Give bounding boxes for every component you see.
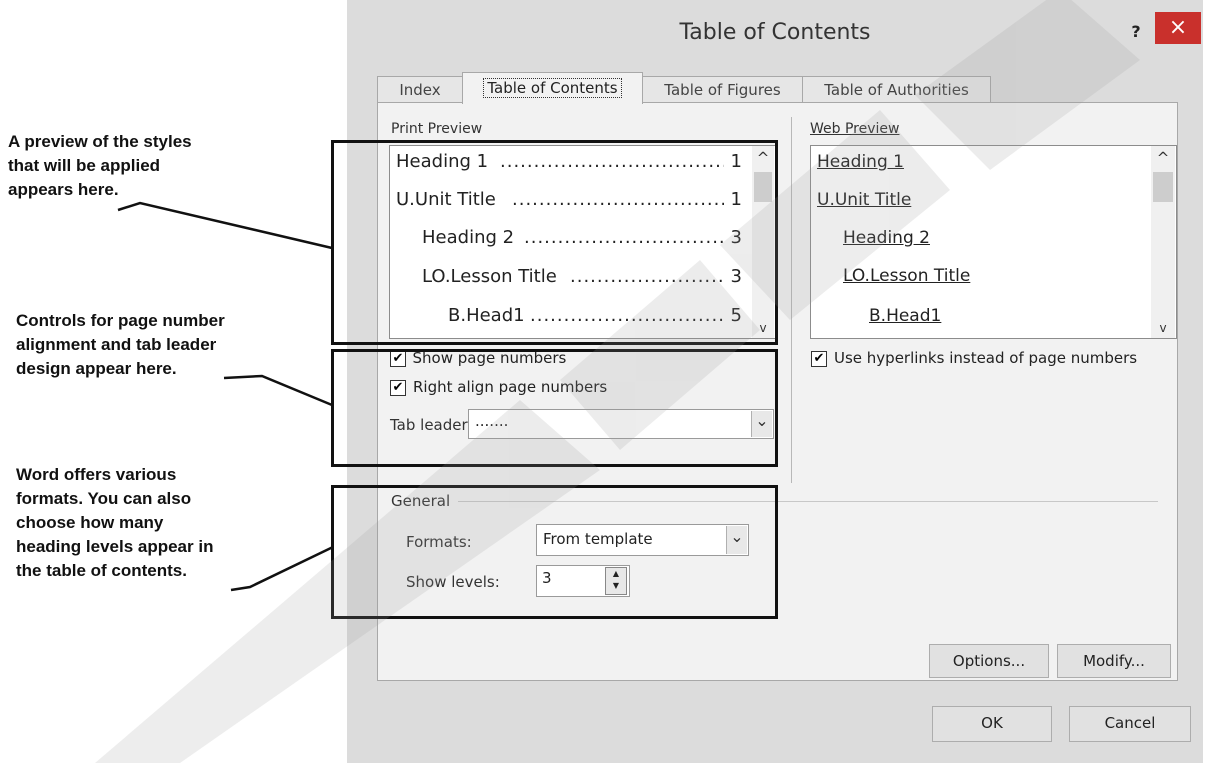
column-separator [791,117,792,483]
web-preview-link[interactable]: Heading 1 [817,150,904,174]
callout-formats-text: Word offers various formats. You can als… [16,465,214,580]
tab-table-of-figures[interactable]: Table of Figures [642,76,803,103]
callout-preview-text: A preview of the styles that will be app… [8,132,192,199]
scroll-down-arrow[interactable]: v [1151,318,1175,338]
web-preview-box: Heading 1 U.Unit Title Heading 2 LO.Less… [810,145,1177,339]
web-preview-label: Web Preview [810,121,900,137]
tab-table-of-authorities[interactable]: Table of Authorities [802,76,991,103]
print-preview-label: Print Preview [391,121,483,137]
web-preview-scrollbar[interactable]: ^ v [1151,146,1175,338]
close-button[interactable]: × [1155,12,1201,44]
web-preview-link[interactable]: B.Head1 [869,304,941,328]
callout-controls-text: Controls for page number alignment and t… [16,311,225,378]
web-preview-link[interactable]: Heading 2 [843,226,930,250]
web-preview-link[interactable]: LO.Lesson Title [843,264,970,288]
title-bar: Table of Contents ? × [347,0,1203,64]
hyperlinks-checkbox[interactable]: ✔ [811,351,827,367]
web-preview-link[interactable]: U.Unit Title [817,188,911,212]
callout-box-preview [331,140,778,345]
tab-index[interactable]: Index [377,76,463,103]
callout-box-controls [331,349,778,467]
modify-button[interactable]: Modify... [1057,644,1171,678]
hyperlinks-label[interactable]: Use hyperlinks instead of page numbers [834,349,1137,367]
cancel-button[interactable]: Cancel [1069,706,1191,742]
help-button[interactable]: ? [1121,20,1151,44]
options-button[interactable]: Options... [929,644,1049,678]
scroll-thumb[interactable] [1153,172,1173,202]
tab-table-of-contents[interactable]: Table of Contents [462,72,643,104]
scroll-up-arrow[interactable]: ^ [1151,148,1175,168]
callout-box-general [331,485,778,619]
dialog-title: Table of Contents [679,20,871,45]
ok-button[interactable]: OK [932,706,1052,742]
